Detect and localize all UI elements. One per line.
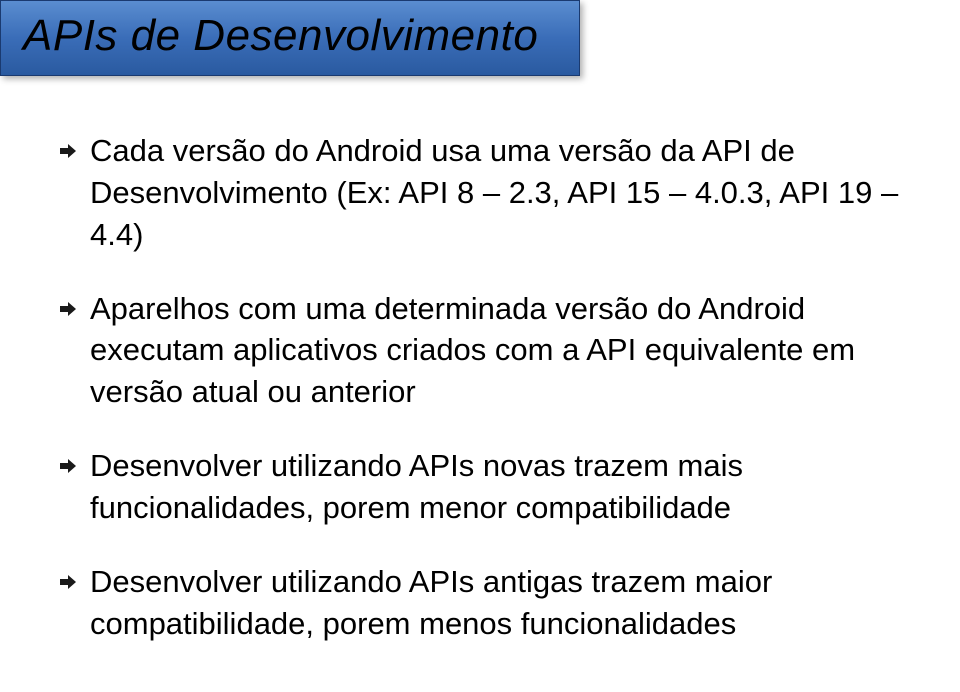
bullet-text: Desenvolver utilizando APIs antigas traz… <box>90 561 920 645</box>
arrow-right-icon <box>60 459 76 473</box>
slide-body: Cada versão do Android usa uma versão da… <box>60 130 920 676</box>
arrow-right-icon <box>60 144 76 158</box>
list-item: Cada versão do Android usa uma versão da… <box>60 130 920 256</box>
slide-title: APIs de Desenvolvimento <box>23 11 557 61</box>
bullet-text: Cada versão do Android usa uma versão da… <box>90 130 920 256</box>
bullet-text: Desenvolver utilizando APIs novas trazem… <box>90 445 920 529</box>
list-item: Aparelhos com uma determinada versão do … <box>60 288 920 414</box>
arrow-right-icon <box>60 575 76 589</box>
arrow-right-icon <box>60 302 76 316</box>
bullet-text: Aparelhos com uma determinada versão do … <box>90 288 920 414</box>
list-item: Desenvolver utilizando APIs novas trazem… <box>60 445 920 529</box>
list-item: Desenvolver utilizando APIs antigas traz… <box>60 561 920 645</box>
slide-title-box: APIs de Desenvolvimento <box>0 0 580 76</box>
